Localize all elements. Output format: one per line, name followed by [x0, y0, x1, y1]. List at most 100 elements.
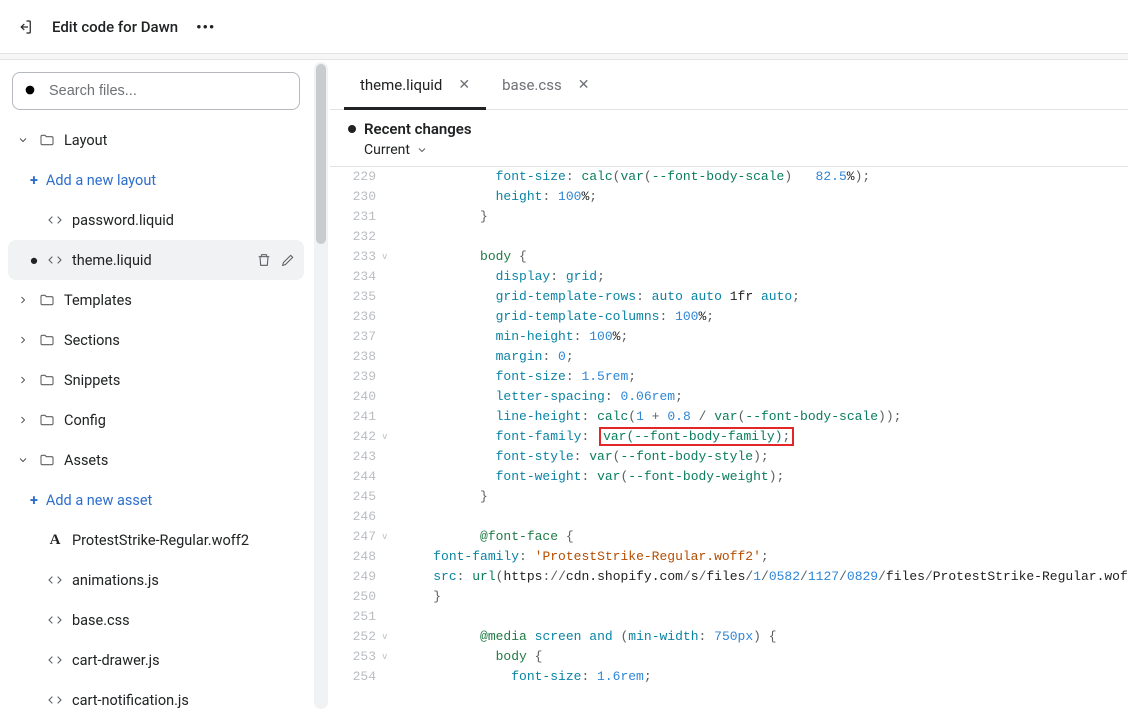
- code-line[interactable]: @font-face {: [402, 527, 1128, 547]
- delete-icon[interactable]: [256, 252, 272, 268]
- file-row[interactable]: ● theme.liquid: [8, 240, 304, 280]
- chevron-right-icon[interactable]: [16, 414, 30, 426]
- unsaved-dot-icon: [348, 125, 356, 133]
- file-row[interactable]: AProtestStrike-Regular.woff2: [8, 520, 304, 560]
- code-line[interactable]: letter-spacing: 0.06rem;: [402, 387, 1128, 407]
- add-item-label: Add a new asset: [46, 492, 296, 509]
- code-file-icon: [46, 612, 64, 628]
- code-line[interactable]: }: [402, 207, 1128, 227]
- file-label: base.css: [72, 612, 296, 629]
- tab-label: theme.liquid: [360, 76, 442, 94]
- code-line[interactable]: font-style: var(--font-body-style);: [402, 447, 1128, 467]
- file-row[interactable]: animations.js: [8, 560, 304, 600]
- code-editor-app: Edit code for Dawn ••• Layout+Add a new …: [0, 0, 1128, 709]
- folder-icon: [38, 292, 56, 308]
- code-line[interactable]: }: [402, 487, 1128, 507]
- code-line[interactable]: min-height: 100%;: [402, 327, 1128, 347]
- folder-row[interactable]: Assets: [8, 440, 304, 480]
- code-line[interactable]: [402, 607, 1128, 627]
- editor-tabs: theme.liquid ✕ base.css ✕: [330, 60, 1128, 110]
- back-icon[interactable]: [16, 18, 34, 36]
- folder-row[interactable]: Snippets: [8, 360, 304, 400]
- close-tab-icon[interactable]: ✕: [578, 77, 590, 93]
- code-line[interactable]: margin: 0;: [402, 347, 1128, 367]
- add-item-link[interactable]: + Add a new layout: [8, 160, 304, 200]
- file-label: cart-drawer.js: [72, 652, 296, 669]
- code-line[interactable]: font-size: 1.5rem;: [402, 367, 1128, 387]
- code-line[interactable]: font-size: calc(var(--font-body-scale) 8…: [402, 167, 1128, 187]
- version-dropdown[interactable]: Current: [348, 142, 1110, 158]
- add-item-label: Add a new layout: [46, 172, 296, 189]
- editor-tab[interactable]: base.css ✕: [486, 60, 605, 109]
- fold-gutter[interactable]: vvvvv: [382, 167, 396, 709]
- code-file-icon: [46, 572, 64, 588]
- file-sidebar: Layout + Add a new layout password.liquid ● t…: [0, 60, 312, 709]
- folder-row[interactable]: Templates: [8, 280, 304, 320]
- folder-icon: [38, 452, 56, 468]
- sidebar-scrollbar[interactable]: [312, 60, 330, 709]
- plus-icon: +: [30, 172, 38, 189]
- code-line[interactable]: body {: [402, 647, 1128, 667]
- code-line[interactable]: line-height: calc(1 + 0.8 / var(--font-b…: [402, 407, 1128, 427]
- code-line[interactable]: [402, 507, 1128, 527]
- code-line[interactable]: @media screen and (min-width: 750px) {: [402, 627, 1128, 647]
- code-file-icon: [46, 212, 64, 228]
- code-line[interactable]: height: 100%;: [402, 187, 1128, 207]
- code-line[interactable]: [402, 227, 1128, 247]
- code-line[interactable]: font-size: 1.6rem;: [402, 667, 1128, 687]
- code-line[interactable]: font-family: 'ProtestStrike-Regular.woff…: [402, 547, 1128, 567]
- folder-label: Snippets: [64, 372, 296, 389]
- file-row[interactable]: password.liquid: [8, 200, 304, 240]
- folder-row[interactable]: Sections: [8, 320, 304, 360]
- folder-label: Config: [64, 412, 296, 429]
- code-line[interactable]: grid-template-columns: 100%;: [402, 307, 1128, 327]
- editor-tab[interactable]: theme.liquid ✕: [344, 60, 486, 109]
- file-label: animations.js: [72, 572, 296, 589]
- version-label: Current: [364, 142, 410, 158]
- code-line[interactable]: }: [402, 587, 1128, 607]
- file-label: password.liquid: [72, 212, 296, 229]
- line-number-gutter: 2292302312322332342352362372382392402412…: [330, 167, 382, 709]
- rename-icon[interactable]: [280, 252, 296, 268]
- modified-dot-icon: ●: [30, 252, 38, 269]
- code-file-icon: [46, 252, 64, 268]
- folder-row[interactable]: Config: [8, 400, 304, 440]
- search-field[interactable]: [47, 82, 289, 100]
- plus-icon: +: [30, 492, 38, 509]
- code-line[interactable]: display: grid;: [402, 267, 1128, 287]
- file-row[interactable]: cart-drawer.js: [8, 640, 304, 680]
- chevron-down-icon[interactable]: [16, 134, 30, 146]
- file-row[interactable]: base.css: [8, 600, 304, 640]
- folder-row[interactable]: Layout: [8, 120, 304, 160]
- close-tab-icon[interactable]: ✕: [458, 77, 470, 93]
- code-line[interactable]: body {: [402, 247, 1128, 267]
- code-line[interactable]: grid-template-rows: auto auto 1fr auto;: [402, 287, 1128, 307]
- code-area[interactable]: 2292302312322332342352362372382392402412…: [330, 167, 1128, 709]
- editor-pane: theme.liquid✕base.css✕ Recent changes Cu…: [330, 60, 1128, 709]
- chevron-right-icon[interactable]: [16, 294, 30, 306]
- folder-icon: [38, 412, 56, 428]
- folder-label: Layout: [64, 132, 296, 149]
- chevron-right-icon[interactable]: [16, 334, 30, 346]
- code-content[interactable]: font-size: calc(var(--font-body-scale) 8…: [396, 167, 1128, 709]
- tab-label: base.css: [502, 76, 562, 94]
- code-line[interactable]: src: url(https://cdn.shopify.com/s/files…: [402, 567, 1128, 587]
- file-label: cart-notification.js: [72, 692, 296, 709]
- search-input[interactable]: [12, 72, 300, 110]
- chevron-down-icon: [416, 144, 428, 156]
- folder-label: Templates: [64, 292, 296, 309]
- chevron-down-icon[interactable]: [16, 454, 30, 466]
- file-label: theme.liquid: [72, 252, 248, 269]
- folder-icon: [38, 372, 56, 388]
- more-menu-icon[interactable]: •••: [196, 18, 215, 36]
- code-line[interactable]: font-family: var(--font-body-family);: [402, 427, 1128, 447]
- file-row[interactable]: cart-notification.js: [8, 680, 304, 709]
- code-line[interactable]: font-weight: var(--font-body-weight);: [402, 467, 1128, 487]
- folder-icon: [38, 132, 56, 148]
- search-icon: [23, 83, 39, 99]
- folder-icon: [38, 332, 56, 348]
- chevron-right-icon[interactable]: [16, 374, 30, 386]
- add-item-link[interactable]: + Add a new asset: [8, 480, 304, 520]
- font-file-icon: A: [46, 532, 64, 549]
- file-tree: Layout + Add a new layout password.liquid ● t…: [8, 120, 304, 709]
